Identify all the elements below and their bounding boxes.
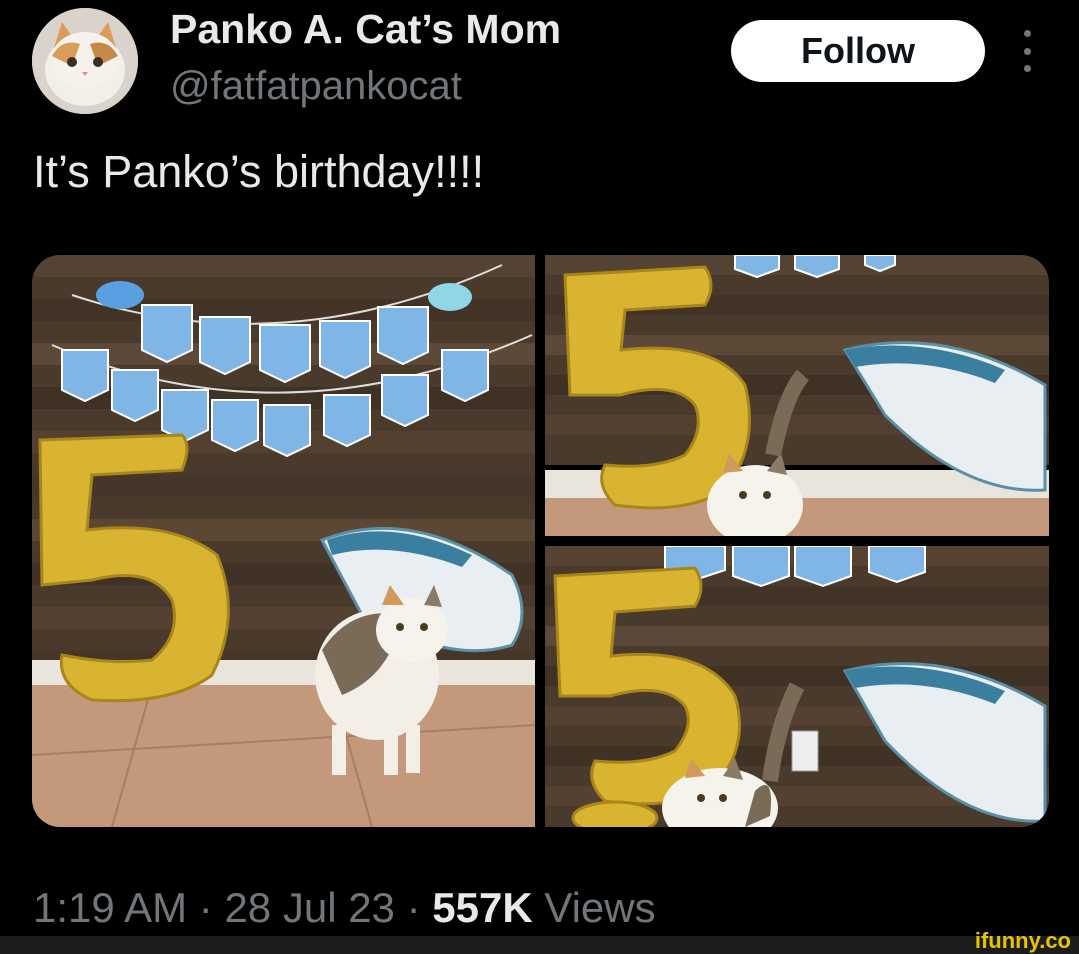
photo-cat-closeup[interactable]	[545, 546, 1049, 827]
views-count: 557K	[432, 884, 533, 931]
more-dot	[1023, 65, 1031, 72]
photo-birthday-setup[interactable]	[32, 255, 535, 827]
views-label: Views	[544, 884, 656, 931]
photo-cat-with-shark[interactable]	[545, 255, 1049, 536]
tweet-date[interactable]: 28 Jul 23	[224, 884, 394, 931]
watermark-bar	[0, 936, 1079, 954]
display-name[interactable]: Panko A. Cat’s Mom	[170, 6, 561, 53]
follow-button[interactable]: Follow	[731, 20, 985, 82]
avatar[interactable]	[32, 8, 138, 114]
more-vertical-icon[interactable]	[1018, 30, 1036, 72]
photo-1-image	[32, 255, 535, 827]
cat-avatar-image	[32, 8, 138, 114]
photo-2-image	[545, 255, 1049, 536]
ifunny-watermark: ifunny.co	[974, 928, 1071, 953]
photo-3-image	[545, 546, 1049, 827]
tweet-time[interactable]: 1:19 AM	[33, 884, 187, 931]
meta-separator: ·	[198, 884, 213, 931]
user-handle[interactable]: @fatfatpankocat	[170, 64, 462, 109]
meta-separator: ·	[406, 884, 421, 931]
tweet-meta: 1:19 AM · 28 Jul 23 · 557K Views	[33, 884, 656, 932]
more-dot	[1023, 47, 1031, 55]
more-dot	[1023, 30, 1031, 37]
media-grid	[32, 255, 1049, 827]
tweet-text: It’s Panko’s birthday!!!!	[33, 146, 485, 197]
